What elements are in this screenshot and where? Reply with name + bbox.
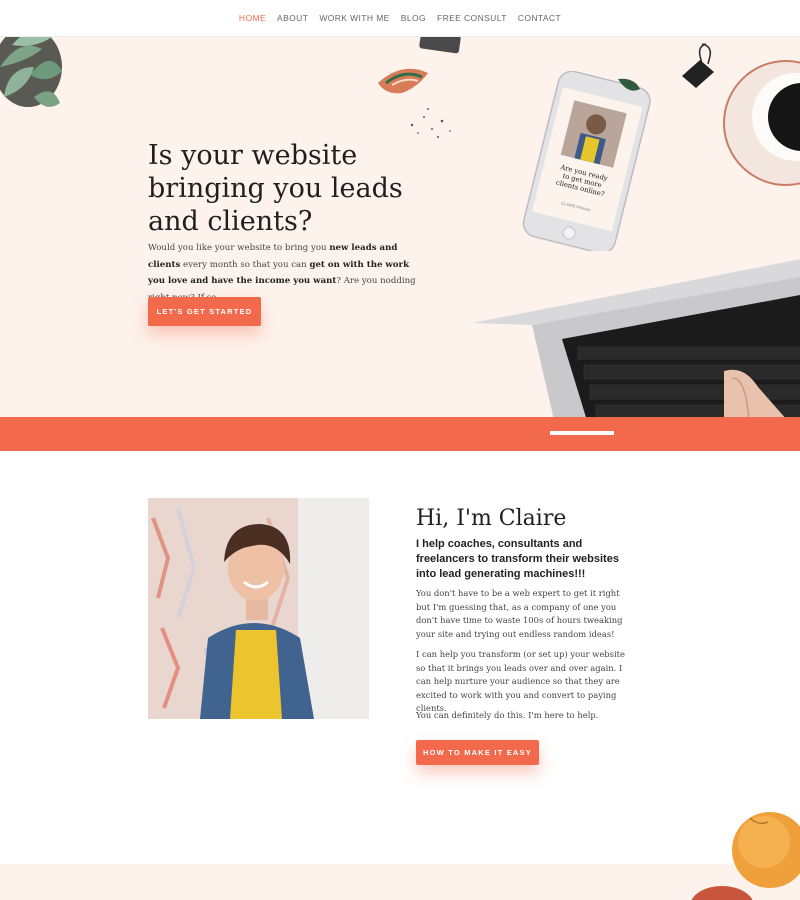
about-paragraph-2: I can help you transform (or set up) you… xyxy=(416,649,625,713)
nav-item-work-with-me[interactable]: WORK WITH ME xyxy=(314,13,395,23)
next-section-band xyxy=(0,864,800,900)
peach-fruit xyxy=(732,812,800,888)
claire-portrait-photo xyxy=(148,498,369,719)
main-nav: HOME ABOUT WORK WITH ME BLOG FREE CONSUL… xyxy=(0,0,800,37)
laptop xyxy=(472,259,800,417)
about-subtitle: I help coaches, consultants and freelanc… xyxy=(416,538,619,580)
accent-divider-bar xyxy=(0,417,800,451)
coffee-cup xyxy=(723,60,800,186)
smartphone: Are you ready to get more clients online… xyxy=(522,71,651,251)
hero-title: Is your website bringing you leads and c… xyxy=(148,140,403,237)
nav-item-contact[interactable]: CONTACT xyxy=(512,13,566,23)
hero-section: Are you ready to get more clients online… xyxy=(0,37,800,417)
pencil-shavings xyxy=(378,37,461,138)
divider-line xyxy=(550,431,614,435)
portrait-illustration xyxy=(148,498,369,719)
plant-decoration xyxy=(0,37,62,107)
nav-item-home[interactable]: HOME xyxy=(233,13,271,23)
lets-get-started-button[interactable]: LET'S GET STARTED xyxy=(148,297,261,326)
nav-menu: HOME ABOUT WORK WITH ME BLOG FREE CONSUL… xyxy=(233,13,566,23)
about-title: Hi, I'm Claire xyxy=(416,506,567,531)
nav-item-free-consult[interactable]: FREE CONSULT xyxy=(431,13,512,23)
about-paragraph-3: You can definitely do this. I'm here to … xyxy=(416,710,599,720)
how-to-make-it-easy-button[interactable]: HOW TO MAKE IT EASY xyxy=(416,740,539,765)
paperclip-icon xyxy=(682,43,714,88)
about-paragraph-1: You don't have to be a web expert to get… xyxy=(416,588,623,639)
nav-item-about[interactable]: ABOUT xyxy=(272,13,314,23)
nav-item-blog[interactable]: BLOG xyxy=(395,13,431,23)
